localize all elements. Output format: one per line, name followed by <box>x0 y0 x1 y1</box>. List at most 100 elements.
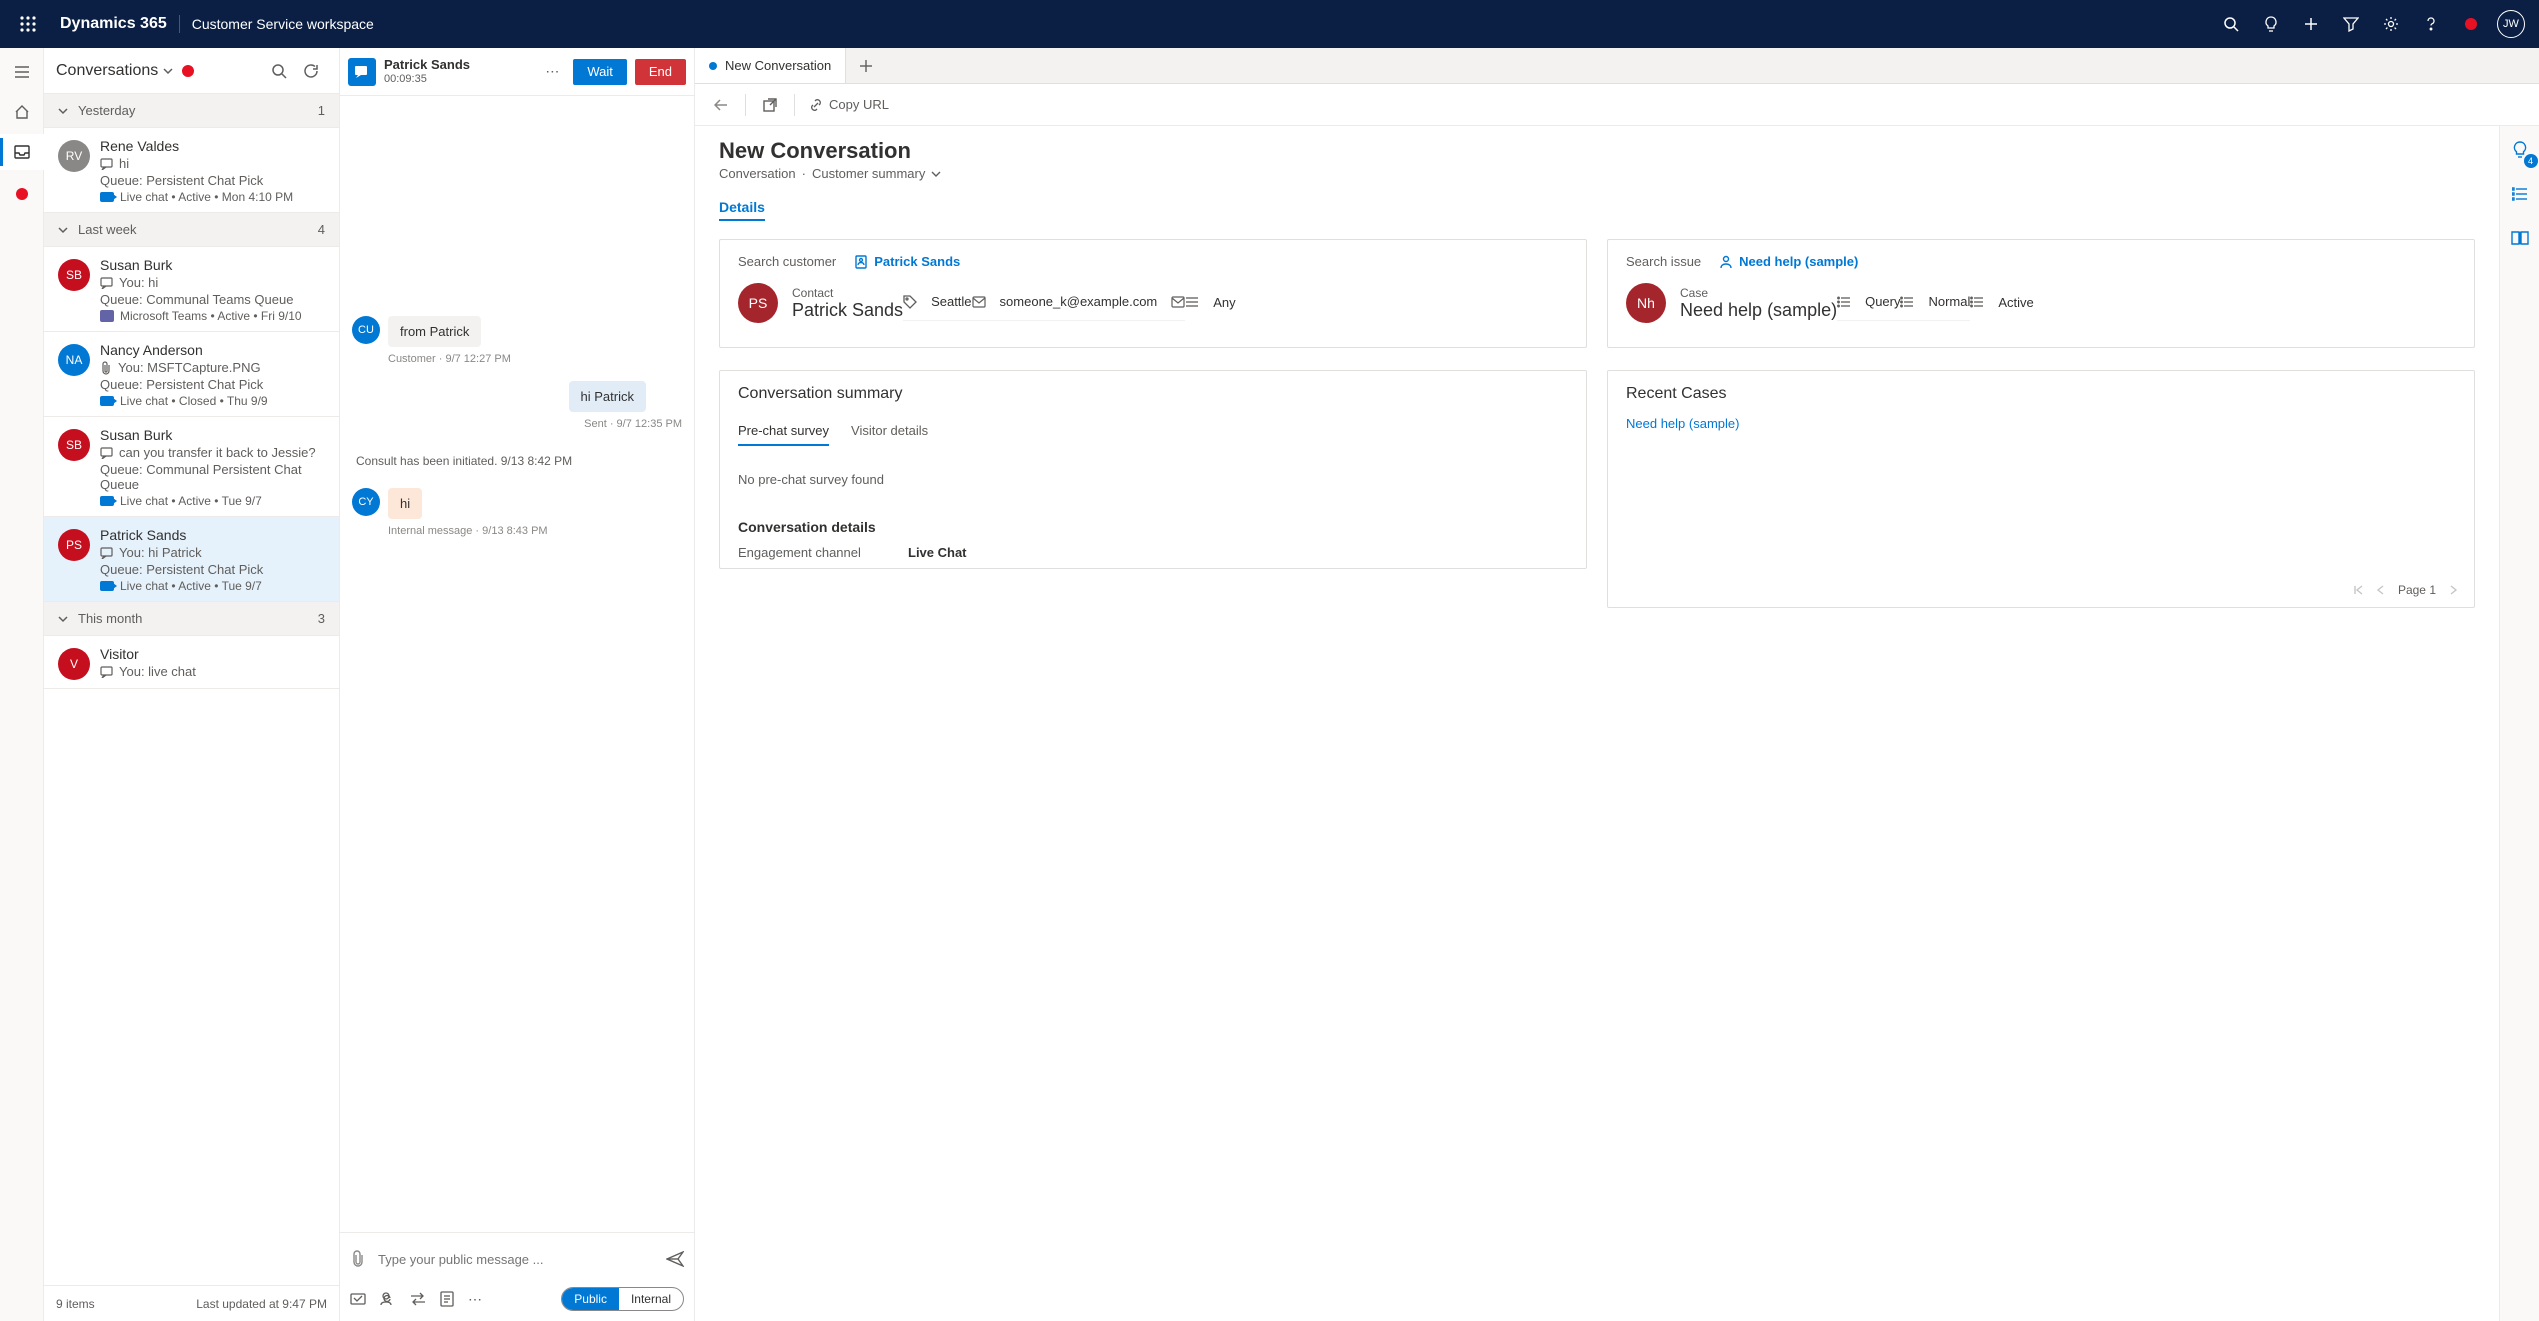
chat-message: CYhi <box>352 488 682 519</box>
conversation-queue: Queue: Communal Teams Queue <box>100 292 325 307</box>
customer-link[interactable]: Patrick Sands <box>854 254 960 269</box>
user-avatar[interactable]: JW <box>2491 0 2531 48</box>
chat-more-icon[interactable]: ⋯ <box>539 63 565 80</box>
conversation-name: Susan Burk <box>100 257 325 273</box>
quick-reply-icon[interactable] <box>350 1291 366 1307</box>
tab-label: New Conversation <box>725 58 831 73</box>
list-icon <box>1970 296 1984 308</box>
conversation-meta: Microsoft Teams • Active • Fri 9/10 <box>100 309 325 323</box>
pager-next-icon[interactable] <box>2448 585 2458 595</box>
avatar: V <box>58 648 90 680</box>
pager-prev-icon[interactable] <box>2376 585 2386 595</box>
field-query[interactable]: Query <box>1865 294 1900 309</box>
lightbulb-icon[interactable] <box>2251 0 2291 48</box>
compose-more-icon[interactable]: ⋯ <box>468 1291 482 1308</box>
smart-assist-icon[interactable]: 4 <box>2504 134 2536 166</box>
tab-new-conversation[interactable]: New Conversation <box>695 48 846 83</box>
add-icon[interactable] <box>2291 0 2331 48</box>
conversation-item[interactable]: NANancy AndersonYou: MSFTCapture.PNGQueu… <box>44 332 339 417</box>
conversation-queue: Queue: Persistent Chat Pick <box>100 377 325 392</box>
help-icon[interactable] <box>2411 0 2451 48</box>
consult-icon[interactable] <box>380 1291 396 1307</box>
chat-title: Patrick Sands <box>384 57 470 73</box>
field-status[interactable]: Active <box>1998 295 2033 310</box>
conversation-item[interactable]: PSPatrick SandsYou: hi PatrickQueue: Per… <box>44 517 339 602</box>
field-email[interactable]: someone_k@example.com <box>1000 294 1158 309</box>
chevron-down-icon[interactable] <box>162 65 174 77</box>
breadcrumb: Conversation· Customer summary <box>719 166 2475 181</box>
conversations-title[interactable]: Conversations <box>56 62 158 80</box>
tab-indicator-dot <box>709 62 717 70</box>
eng-channel-value: Live Chat <box>908 545 967 560</box>
notes-icon[interactable] <box>440 1291 454 1307</box>
conversations-refresh-icon[interactable] <box>295 55 327 87</box>
end-button[interactable]: End <box>635 59 686 85</box>
eng-channel-label: Engagement channel <box>738 545 888 560</box>
agent-scripts-icon[interactable] <box>2504 178 2536 210</box>
conversation-meta: Live chat • Active • Tue 9/7 <box>100 579 325 593</box>
app-launcher-icon[interactable] <box>8 0 48 48</box>
field-priority[interactable]: Normal <box>1928 294 1970 309</box>
knowledge-icon[interactable] <box>2504 222 2536 254</box>
gear-icon[interactable] <box>2371 0 2411 48</box>
conversation-item[interactable]: SBSusan BurkYou: hiQueue: Communal Teams… <box>44 247 339 332</box>
avatar: PS <box>58 529 90 561</box>
conversation-group[interactable]: This month3 <box>44 602 339 636</box>
conversation-group[interactable]: Last week4 <box>44 213 339 247</box>
search-icon[interactable] <box>2211 0 2251 48</box>
brand-label[interactable]: Dynamics 365 <box>48 15 180 33</box>
toggle-internal[interactable]: Internal <box>619 1288 683 1310</box>
conversation-name: Rene Valdes <box>100 138 325 154</box>
conv-details-heading: Conversation details <box>720 513 1586 537</box>
search-issue-label[interactable]: Search issue <box>1626 254 1701 269</box>
message-bubble: hi <box>388 488 422 519</box>
field-any[interactable]: Any <box>1213 295 1235 310</box>
recent-case-link[interactable]: Need help (sample) <box>1626 416 1739 431</box>
entity-name[interactable]: Patrick Sands <box>792 300 903 321</box>
transfer-icon[interactable] <box>410 1292 426 1306</box>
conversation-item[interactable]: SBSusan Burkcan you transfer it back to … <box>44 417 339 517</box>
send-icon[interactable] <box>666 1251 684 1267</box>
message-meta: Customer · 9/7 12:27 PM <box>388 353 682 365</box>
visibility-toggle[interactable]: Public Internal <box>561 1287 684 1311</box>
recent-cases-card: Recent Cases Need help (sample) Page 1 <box>1607 370 2475 608</box>
field-city[interactable]: Seattle <box>931 294 971 309</box>
rail-home-icon[interactable] <box>0 94 44 130</box>
filter-icon[interactable] <box>2331 0 2371 48</box>
section-details-tab[interactable]: Details <box>719 199 765 221</box>
message-input[interactable] <box>376 1251 656 1268</box>
conversation-queue: Queue: Communal Persistent Chat Queue <box>100 462 325 492</box>
wait-button[interactable]: Wait <box>573 59 627 85</box>
entity-name[interactable]: Need help (sample) <box>1680 300 1837 321</box>
avatar: SB <box>58 429 90 461</box>
attachment-icon[interactable] <box>350 1250 366 1268</box>
conversations-indicator-dot <box>182 65 194 77</box>
tab-visitor-details[interactable]: Visitor details <box>851 423 928 446</box>
rail-inbox-icon[interactable] <box>0 134 44 170</box>
tab-prechat-survey[interactable]: Pre-chat survey <box>738 423 829 446</box>
avatar: NA <box>58 344 90 376</box>
conversation-item[interactable]: VVisitorYou: live chat <box>44 636 339 689</box>
smart-assist-badge: 4 <box>2524 154 2538 168</box>
chevron-down-icon[interactable] <box>931 169 941 179</box>
back-icon[interactable] <box>705 89 737 121</box>
page-title: New Conversation <box>719 138 2475 164</box>
list-icon <box>1185 296 1199 308</box>
conversation-group[interactable]: Yesterday1 <box>44 94 339 128</box>
edit-email-icon[interactable] <box>1171 296 1185 308</box>
toggle-public[interactable]: Public <box>562 1288 619 1310</box>
message-avatar: CU <box>352 316 380 344</box>
conversation-item[interactable]: RVRene ValdeshiQueue: Persistent Chat Pi… <box>44 128 339 213</box>
search-customer-label[interactable]: Search customer <box>738 254 836 269</box>
chat-message: hi Patrick <box>352 381 682 412</box>
case-link[interactable]: Need help (sample) <box>1719 254 1858 269</box>
pager-first-icon[interactable] <box>2354 585 2364 595</box>
copy-url-button[interactable]: Copy URL <box>803 89 895 121</box>
conversation-meta: Live chat • Active • Mon 4:10 PM <box>100 190 325 204</box>
breadcrumb-dropdown[interactable]: Customer summary <box>812 166 925 181</box>
case-avatar: Nh <box>1626 283 1666 323</box>
conversations-search-icon[interactable] <box>263 55 295 87</box>
add-tab-button[interactable] <box>846 48 886 83</box>
popout-icon[interactable] <box>754 89 786 121</box>
rail-hamburger-icon[interactable] <box>0 54 44 90</box>
